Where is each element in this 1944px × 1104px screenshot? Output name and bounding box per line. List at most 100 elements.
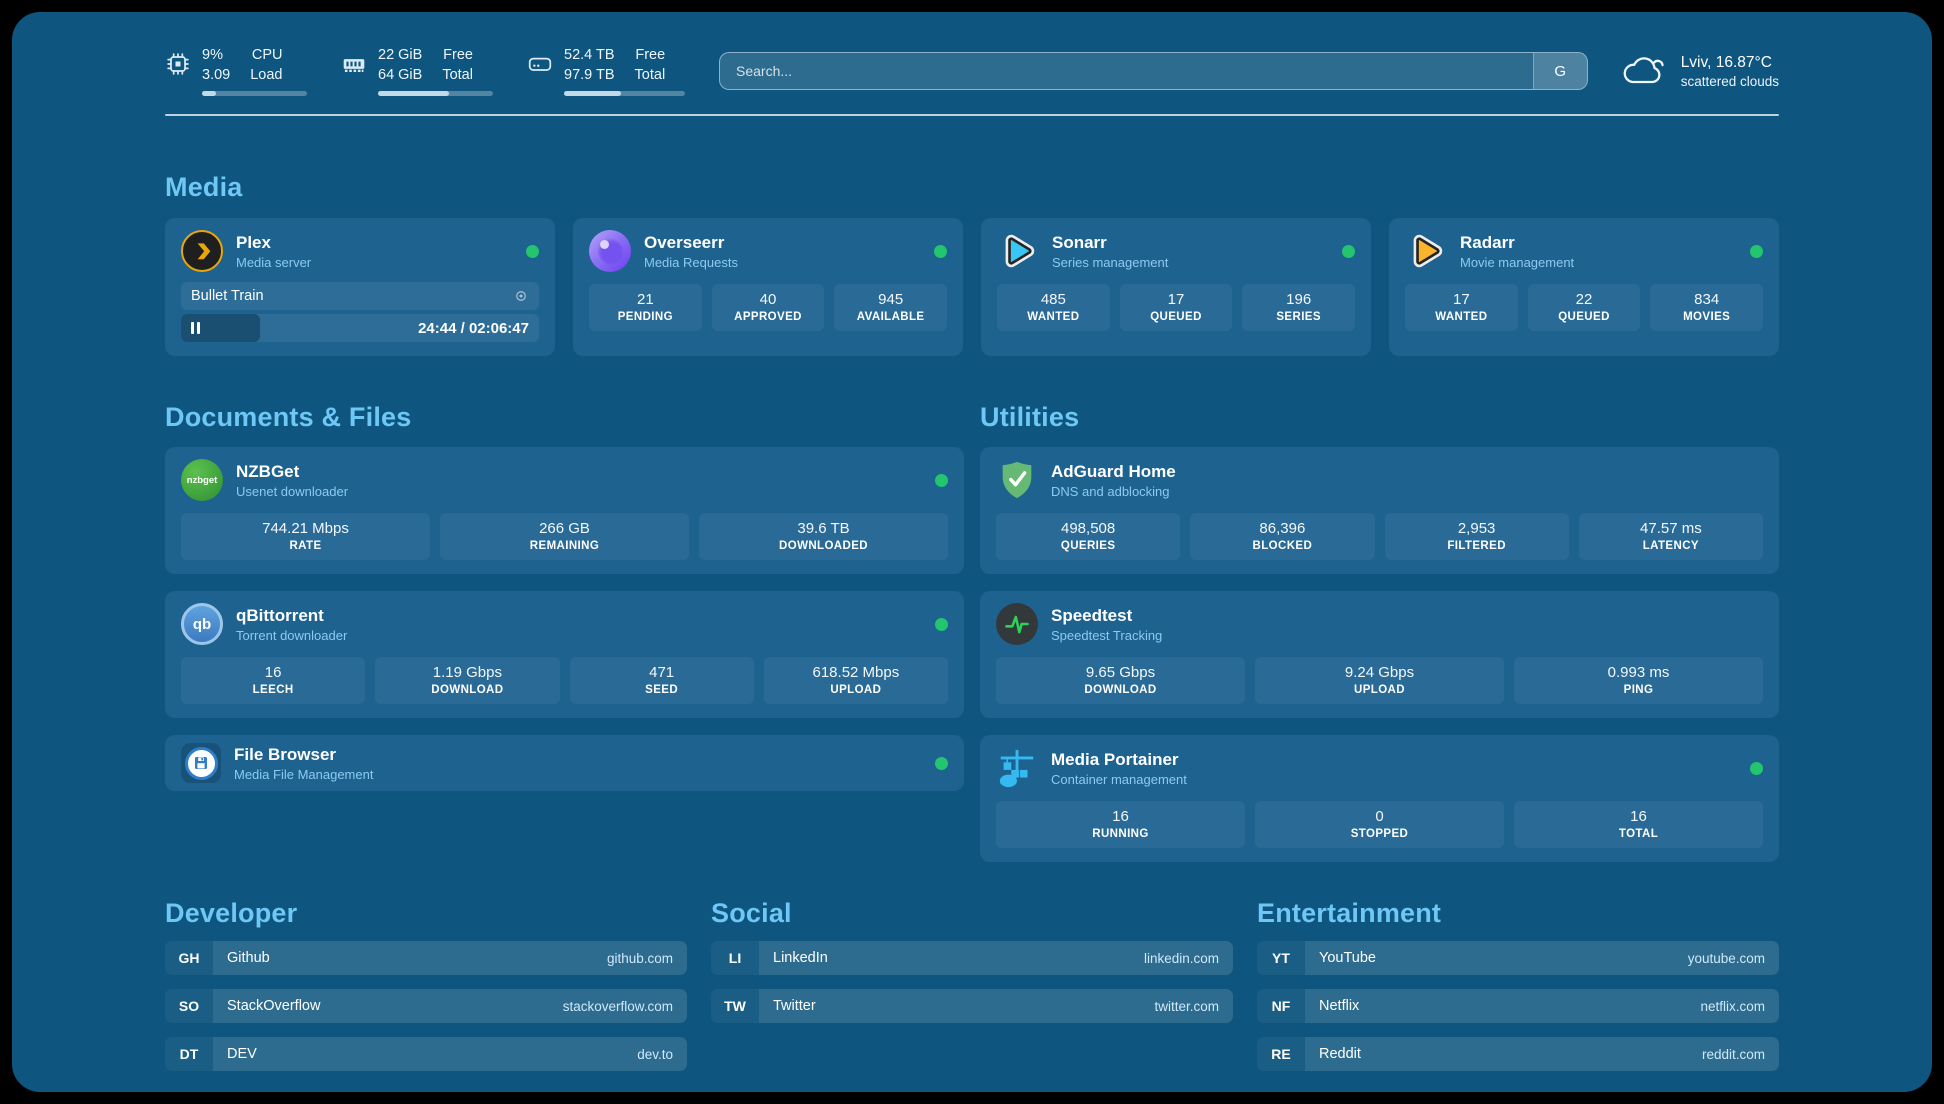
cpu-load-value: 3.09: [202, 66, 230, 84]
ram-progress-bar: [378, 91, 493, 96]
hardware-stats: 9% CPU 3.09 Load: [165, 46, 685, 96]
card-media-portainer[interactable]: Media Portainer Container management 16 …: [980, 735, 1779, 862]
card-subtitle: Media server: [236, 255, 311, 270]
section-title-entertainment: Entertainment: [1257, 898, 1779, 929]
link-name: YouTube: [1319, 950, 1376, 966]
stat-value: 945: [836, 291, 945, 308]
link-dev[interactable]: DT DEV dev.to: [165, 1037, 687, 1071]
stat-box: 485 WANTED: [997, 284, 1110, 331]
disk-progress-bar: [564, 91, 685, 96]
status-online-dot: [1750, 245, 1763, 258]
stat-box: 16 RUNNING: [996, 801, 1245, 848]
stat-label: QUEUED: [1530, 311, 1639, 323]
link-reddit[interactable]: RE Reddit reddit.com: [1257, 1037, 1779, 1071]
card-title: AdGuard Home: [1051, 462, 1176, 482]
card-nzbget[interactable]: nzbget NZBGet Usenet downloader 744.21 M…: [165, 447, 964, 574]
stat-box: 9.65 Gbps DOWNLOAD: [996, 657, 1245, 704]
card-title: Overseerr: [644, 233, 738, 253]
stat-label: BLOCKED: [1192, 540, 1372, 552]
link-name: Netflix: [1319, 998, 1359, 1014]
link-url: twitter.com: [1154, 999, 1219, 1014]
stat-value: 498,508: [998, 520, 1178, 537]
speedtest-icon: [996, 603, 1038, 645]
link-name: LinkedIn: [773, 950, 828, 966]
stat-box: 21 PENDING: [589, 284, 702, 331]
status-online-dot: [935, 757, 948, 770]
stat-label: REMAINING: [442, 540, 687, 552]
ram-label-top: Free: [442, 46, 473, 64]
stat-box: 22 QUEUED: [1528, 284, 1641, 331]
stat-label: PENDING: [591, 311, 700, 323]
stat-box: 196 SERIES: [1242, 284, 1355, 331]
stat-box: 834 MOVIES: [1650, 284, 1763, 331]
link-abbr: YT: [1257, 941, 1305, 975]
stat-box: 86,396 BLOCKED: [1190, 513, 1374, 560]
link-stackoverflow[interactable]: SO StackOverflow stackoverflow.com: [165, 989, 687, 1023]
section-title-documents: Documents & Files: [165, 402, 964, 433]
card-subtitle: DNS and adblocking: [1051, 484, 1176, 499]
stat-value: 86,396: [1192, 520, 1372, 537]
header-divider: [165, 114, 1779, 116]
pause-icon[interactable]: [191, 322, 200, 334]
search-engine-key-button[interactable]: G: [1533, 53, 1587, 89]
stat-value: 744.21 Mbps: [183, 520, 428, 537]
card-file-browser[interactable]: File Browser Media File Management: [165, 735, 964, 791]
link-netflix[interactable]: NF Netflix netflix.com: [1257, 989, 1779, 1023]
ram-stat: 22 GiB Free 64 GiB Total: [341, 46, 493, 96]
card-subtitle: Media File Management: [234, 767, 373, 782]
card-title: NZBGet: [236, 462, 348, 482]
nzbget-glyph: nzbget: [187, 475, 218, 486]
nzbget-icon: nzbget: [181, 459, 223, 501]
stat-label: RATE: [183, 540, 428, 552]
card-title: Media Portainer: [1051, 750, 1187, 770]
stat-label: QUEUED: [1122, 311, 1231, 323]
stat-value: 47.57 ms: [1581, 520, 1761, 537]
stat-label: LATENCY: [1581, 540, 1761, 552]
card-subtitle: Series management: [1052, 255, 1168, 270]
radarr-icon: [1405, 230, 1447, 272]
stat-value: 0: [1257, 808, 1502, 825]
search-input[interactable]: [719, 52, 1588, 90]
stat-label: UPLOAD: [1257, 684, 1502, 696]
link-youtube[interactable]: YT YouTube youtube.com: [1257, 941, 1779, 975]
card-radarr[interactable]: Radarr Movie management 17 WANTED 22 QUE…: [1389, 218, 1779, 356]
link-abbr: LI: [711, 941, 759, 975]
stat-box: 9.24 Gbps UPLOAD: [1255, 657, 1504, 704]
cpu-label-bottom: Load: [250, 66, 282, 84]
card-subtitle: Container management: [1051, 772, 1187, 787]
stat-label: FILTERED: [1387, 540, 1567, 552]
link-name: StackOverflow: [227, 998, 320, 1014]
card-overseerr[interactable]: Overseerr Media Requests 21 PENDING 40 A…: [573, 218, 963, 356]
stat-value: 39.6 TB: [701, 520, 946, 537]
status-online-dot: [526, 245, 539, 258]
link-github[interactable]: GH Github github.com: [165, 941, 687, 975]
card-sonarr[interactable]: Sonarr Series management 485 WANTED 17 Q…: [981, 218, 1371, 356]
weather-widget: Lviv, 16.87°C scattered clouds: [1622, 53, 1779, 89]
card-qbittorrent[interactable]: qb qBittorrent Torrent downloader 16: [165, 591, 964, 718]
stat-label: SERIES: [1244, 311, 1353, 323]
stat-value: 16: [1516, 808, 1761, 825]
dashboard-panel: 9% CPU 3.09 Load: [12, 12, 1932, 1092]
card-plex[interactable]: Plex Media server Bullet Train: [165, 218, 555, 356]
weather-condition: scattered clouds: [1681, 74, 1779, 89]
link-linkedin[interactable]: LI LinkedIn linkedin.com: [711, 941, 1233, 975]
stat-box: 17 WANTED: [1405, 284, 1518, 331]
cpu-progress-bar: [202, 91, 307, 96]
stat-box: 16 TOTAL: [1514, 801, 1763, 848]
playback-time: 24:44 / 02:06:47: [418, 320, 529, 337]
section-documents: Documents & Files nzbget NZBGet Usenet d…: [165, 402, 964, 862]
card-title: Radarr: [1460, 233, 1574, 253]
stat-value: 22: [1530, 291, 1639, 308]
card-speedtest[interactable]: Speedtest Speedtest Tracking 9.65 Gbps D…: [980, 591, 1779, 718]
now-playing-settings-icon[interactable]: [513, 288, 529, 304]
playback-progress-row: 24:44 / 02:06:47: [181, 314, 539, 342]
stat-label: MOVIES: [1652, 311, 1761, 323]
stat-box: 266 GB REMAINING: [440, 513, 689, 560]
link-url: stackoverflow.com: [563, 999, 673, 1014]
link-twitter[interactable]: TW Twitter twitter.com: [711, 989, 1233, 1023]
stat-label: UPLOAD: [766, 684, 946, 696]
stat-label: STOPPED: [1257, 828, 1502, 840]
card-title: Speedtest: [1051, 606, 1162, 626]
section-title-developer: Developer: [165, 898, 687, 929]
card-adguard-home[interactable]: AdGuard Home DNS and adblocking 498,508 …: [980, 447, 1779, 574]
